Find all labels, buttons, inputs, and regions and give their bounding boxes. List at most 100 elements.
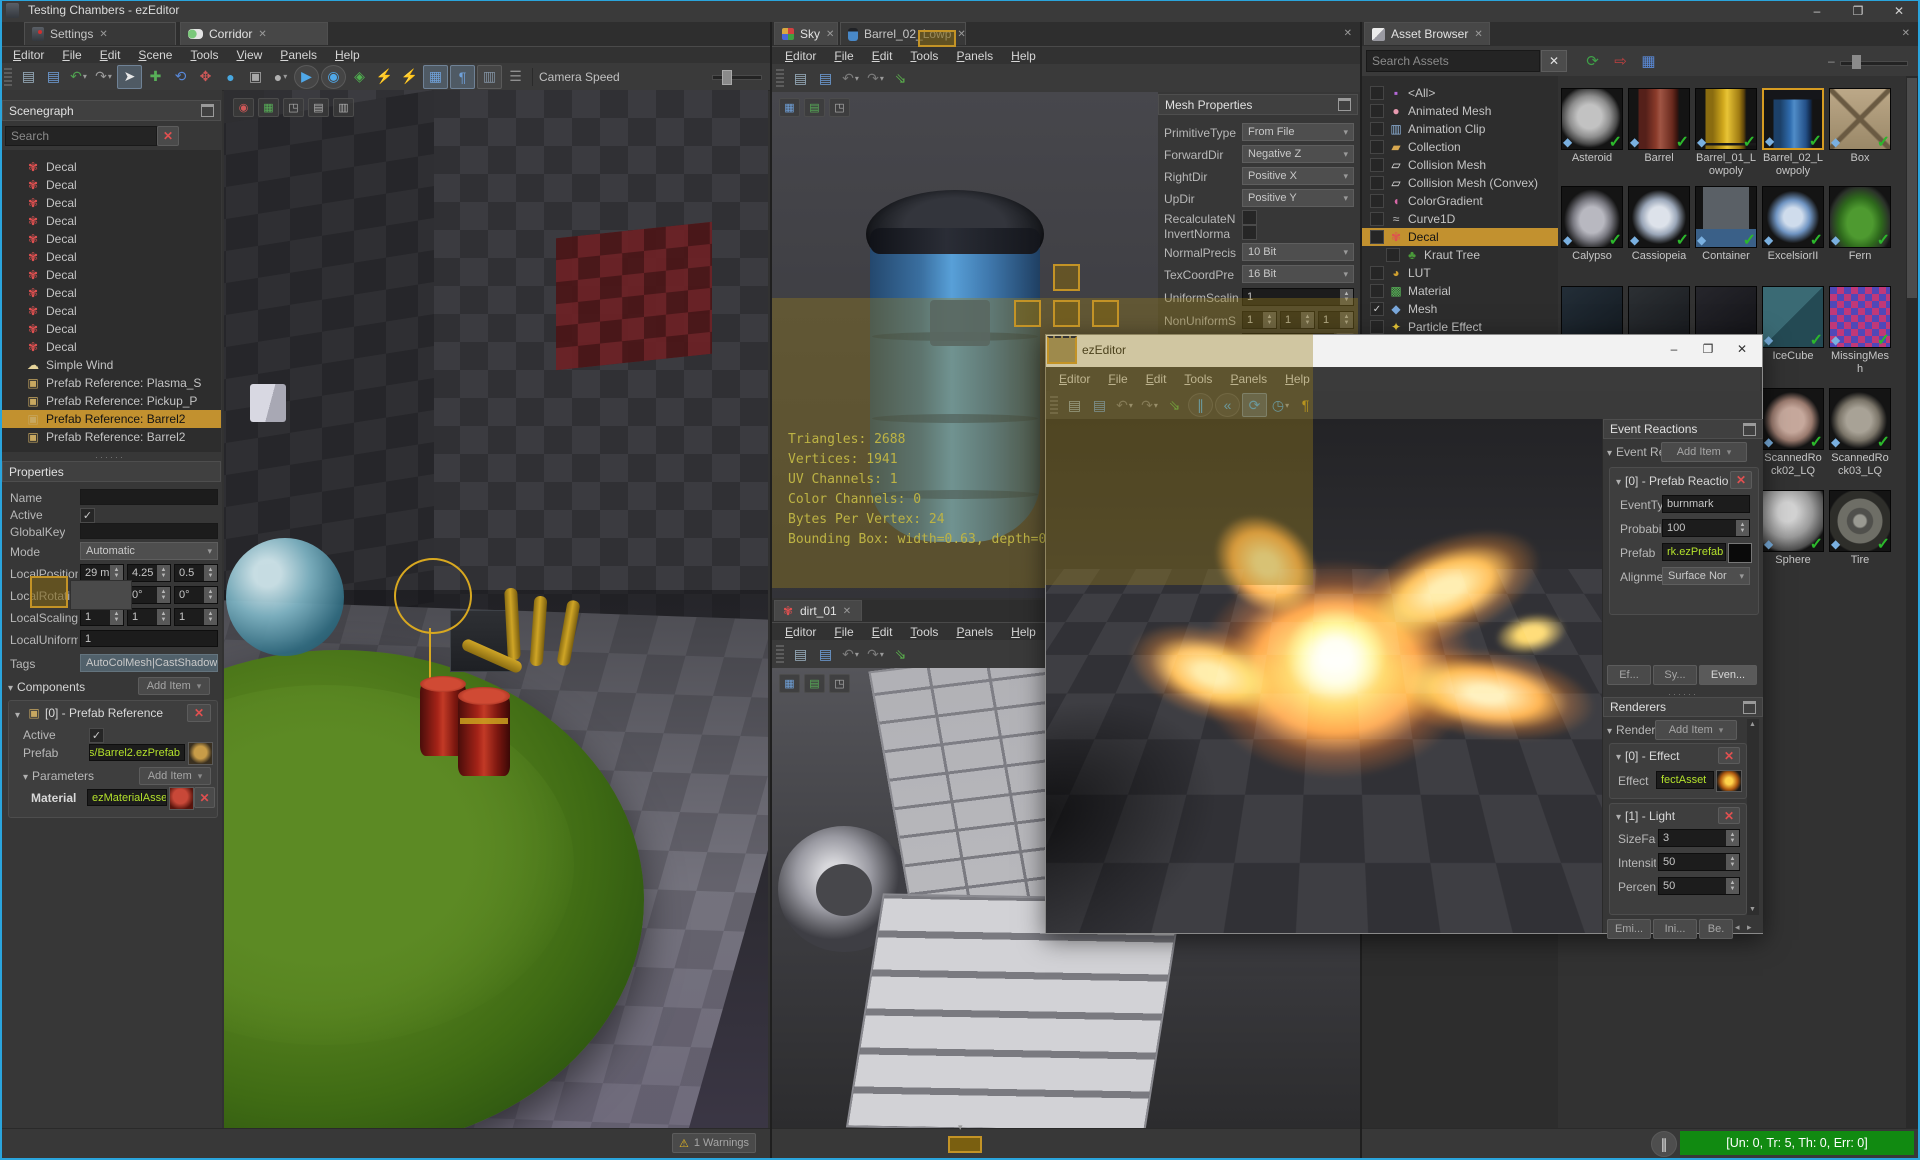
float-panel-icon[interactable]	[1743, 422, 1756, 436]
tab-corridor[interactable]: Corridor	[180, 22, 328, 45]
asset-item[interactable]: ScannedRock03_LQ	[1829, 388, 1891, 478]
sizefactor-stepper[interactable]: 3	[1658, 829, 1740, 847]
close-button[interactable]: ✕	[1726, 339, 1758, 359]
save-icon[interactable]: ▤	[789, 67, 812, 89]
save-icon[interactable]: ▤	[789, 643, 812, 665]
scaling-x-stepper[interactable]: 1	[80, 608, 124, 626]
select-tool-icon[interactable]: ➤	[117, 64, 142, 89]
asset-item[interactable]: Barrel_01_Lowpoly	[1695, 88, 1757, 178]
position-y-stepper[interactable]: 4.25	[127, 564, 171, 582]
uniformscaling-field[interactable]: 1	[80, 630, 218, 647]
prefab-asset-field[interactable]: cts/Barrel2.ezPrefab	[89, 744, 185, 761]
menu-item[interactable]: Editor	[776, 48, 825, 64]
menu-item[interactable]: Panels	[1221, 371, 1276, 387]
invertnormals-checkbox[interactable]	[1242, 225, 1257, 240]
minimize-button[interactable]: –	[1797, 1, 1837, 21]
grid-icon[interactable]: ▤	[804, 674, 825, 693]
remove-renderer-button[interactable]	[1718, 747, 1740, 764]
scaling-y-stepper[interactable]: 1	[127, 608, 171, 626]
remove-renderer-button[interactable]	[1718, 807, 1740, 824]
type-checkbox[interactable]	[1370, 320, 1384, 334]
speed-up-icon[interactable]: ⚡	[398, 66, 421, 88]
sphere-icon[interactable]: ●	[269, 66, 292, 88]
asset-item[interactable]: Barrel_02_Lowpoly	[1762, 88, 1824, 178]
red-barrel[interactable]	[458, 694, 510, 776]
scenegraph-item[interactable]: Decal	[2, 266, 221, 284]
float-panel-icon[interactable]	[1338, 98, 1351, 111]
components-label[interactable]: Components	[8, 680, 85, 694]
asset-type-item[interactable]: Collision Mesh (Convex)	[1362, 174, 1558, 192]
asset-item[interactable]: Asteroid	[1561, 88, 1623, 178]
scenegraph-item[interactable]: Prefab Reference: Barrel2	[2, 410, 221, 428]
menu-item[interactable]: Tools	[181, 47, 227, 63]
normalprecision-dropdown[interactable]: 10 Bit	[1242, 243, 1354, 261]
maximize-button[interactable]: ❐	[1838, 1, 1878, 21]
renderers-add-item-button[interactable]: Add Item	[1655, 720, 1737, 740]
floating-particle-editor-window[interactable]: ezEditor – ❐ ✕ Editor File Edit Tools Panels…	[1045, 334, 1763, 939]
tab-scroll-right-icon[interactable]: ▸	[1747, 922, 1752, 933]
float-panel-icon[interactable]	[1743, 700, 1756, 714]
position-z-stepper[interactable]: 0.5	[174, 564, 218, 582]
type-checkbox[interactable]	[1370, 266, 1384, 280]
tab-effect[interactable]: Ef...	[1607, 665, 1651, 685]
tab-close-icon[interactable]	[1474, 29, 1482, 40]
scenegraph-item[interactable]: Decal	[2, 230, 221, 248]
maximize-view-icon[interactable]: ◳	[283, 98, 304, 117]
type-checkbox[interactable]	[1370, 302, 1384, 316]
transform-all-icon[interactable]: ⟳	[1581, 50, 1604, 72]
drag-to-position-icon[interactable]: ●	[219, 66, 242, 88]
forwarddir-dropdown[interactable]: Negative Z	[1242, 145, 1354, 163]
menu-item[interactable]: Tools	[901, 48, 947, 64]
scenegraph-item[interactable]: Simple Wind	[2, 356, 221, 374]
light-renderer-header[interactable]: [1] - Light	[1616, 809, 1675, 823]
selection-gizmo-ring[interactable]	[394, 558, 472, 634]
dock-target-center[interactable]	[1053, 300, 1080, 327]
dock-target-right[interactable]	[1092, 300, 1119, 327]
type-checkbox[interactable]	[1370, 212, 1384, 226]
asset-type-item[interactable]: Collision Mesh	[1362, 156, 1558, 174]
menu-item[interactable]: Editor	[4, 47, 53, 63]
effect-thumbnail-button[interactable]	[1716, 770, 1742, 792]
scenegraph-item[interactable]: Decal	[2, 194, 221, 212]
camera-speed-slider-thumb[interactable]	[722, 70, 732, 85]
menu-item[interactable]: Scene	[129, 47, 181, 63]
menu-item[interactable]: Help	[326, 47, 369, 63]
maximize-view-icon[interactable]: ◳	[829, 674, 850, 693]
updir-dropdown[interactable]: Positive Y	[1242, 189, 1354, 207]
simulation-speed-icon[interactable]: ◷	[1269, 394, 1292, 416]
loop-icon[interactable]: ⟳	[1242, 393, 1267, 417]
asset-item[interactable]: Container	[1695, 186, 1757, 276]
intensity-stepper[interactable]: 50	[1658, 853, 1740, 871]
undo-icon[interactable]: ↶	[67, 66, 90, 88]
asset-item[interactable]: IceCube	[1762, 286, 1824, 376]
save-icon[interactable]: ▤	[17, 66, 40, 88]
type-checkbox[interactable]	[1370, 176, 1384, 190]
mode-dropdown[interactable]: Automatic	[80, 542, 218, 560]
toolbar-grip[interactable]	[1050, 396, 1058, 414]
tab-close-icon[interactable]	[826, 29, 834, 40]
tab-close-icon[interactable]	[843, 606, 851, 617]
undo-icon[interactable]: ↶	[1113, 394, 1136, 416]
menu-item[interactable]: Edit	[863, 624, 902, 640]
dock-close-icon[interactable]	[1902, 28, 1910, 39]
asset-item[interactable]: MissingMesh	[1829, 286, 1891, 376]
close-button[interactable]: ✕	[1879, 1, 1919, 21]
maximize-view-icon[interactable]: ◳	[829, 98, 850, 117]
dock-target-left[interactable]	[1014, 300, 1041, 327]
asset-item[interactable]: Sphere	[1762, 490, 1824, 580]
particle-viewport[interactable]	[1046, 419, 1602, 933]
material-asset-field[interactable]: ezMaterialAsset	[87, 789, 167, 806]
percentage-stepper[interactable]: 50	[1658, 877, 1740, 895]
asset-type-item[interactable]: Animated Mesh	[1362, 102, 1558, 120]
active-checkbox[interactable]	[80, 508, 95, 523]
redo-icon[interactable]: ↷	[92, 66, 115, 88]
asset-type-item[interactable]: LUT	[1362, 264, 1558, 282]
camera-speed-slider[interactable]	[712, 75, 762, 80]
scene-viewport[interactable]: ◉ ▦ ◳ ▤ ▥	[224, 90, 768, 1128]
asset-item[interactable]: Fern	[1829, 186, 1891, 276]
scaling-z-stepper[interactable]: 1	[174, 608, 218, 626]
transform-asset-icon[interactable]: ⇘	[889, 67, 912, 89]
tab-system[interactable]: Sy...	[1653, 665, 1697, 685]
event-reactions-group-label[interactable]: Event Reac	[1607, 445, 1665, 459]
restart-effect-icon[interactable]: «	[1215, 393, 1240, 417]
